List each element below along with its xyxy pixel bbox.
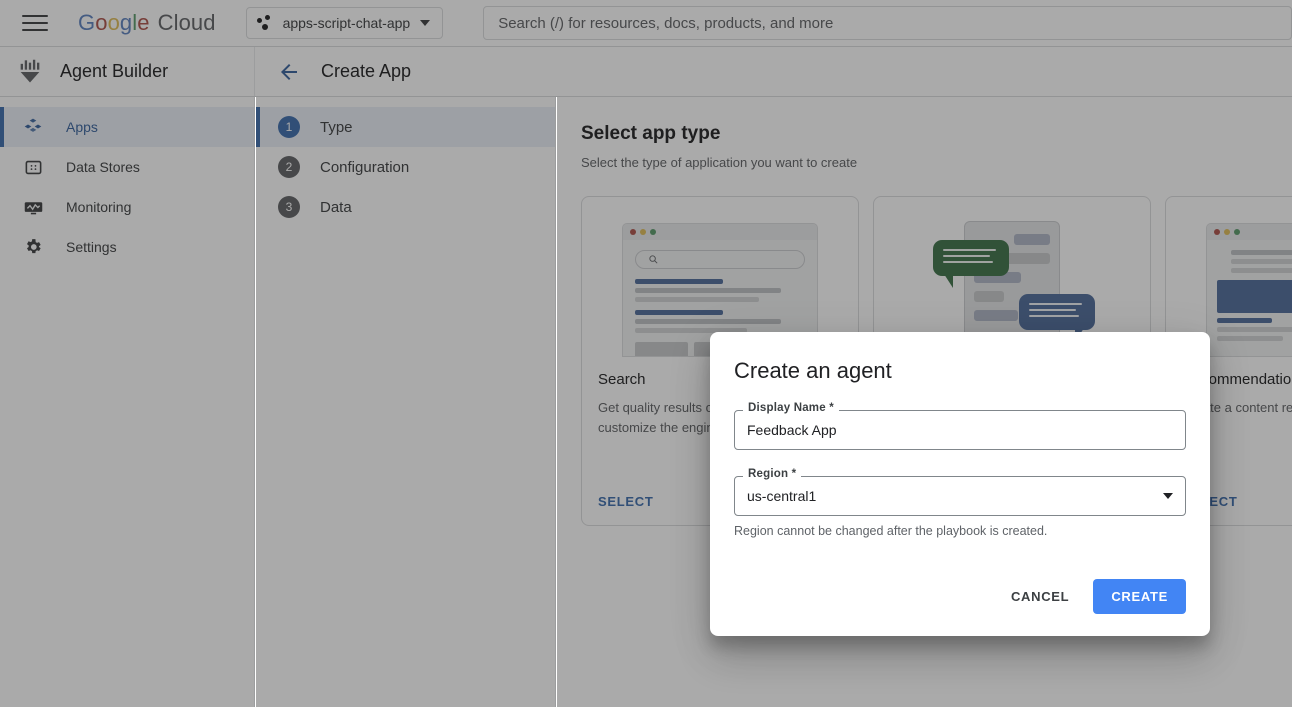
region-value: us-central1 — [747, 488, 816, 504]
region-field: Region * us-central1 — [734, 476, 1186, 516]
display-name-input[interactable]: Feedback App — [734, 410, 1186, 450]
app-root: GoogleCloud apps-script-chat-app Search … — [0, 0, 1292, 707]
display-name-field: Display Name * Feedback App — [734, 410, 1186, 450]
create-button[interactable]: CREATE — [1093, 579, 1186, 614]
create-agent-dialog: Create an agent Display Name * Feedback … — [710, 332, 1210, 636]
display-name-value: Feedback App — [747, 422, 837, 438]
cancel-button[interactable]: CANCEL — [1003, 580, 1077, 613]
region-helper-text: Region cannot be changed after the playb… — [734, 524, 1186, 538]
region-label: Region * — [743, 468, 801, 480]
chevron-down-icon — [1163, 493, 1173, 499]
region-select[interactable]: us-central1 — [734, 476, 1186, 516]
dialog-title: Create an agent — [734, 332, 1186, 384]
display-name-label: Display Name * — [743, 402, 839, 414]
dialog-actions: CANCEL CREATE — [1003, 579, 1186, 614]
modal-overlay[interactable]: Create an agent Display Name * Feedback … — [0, 0, 1292, 707]
